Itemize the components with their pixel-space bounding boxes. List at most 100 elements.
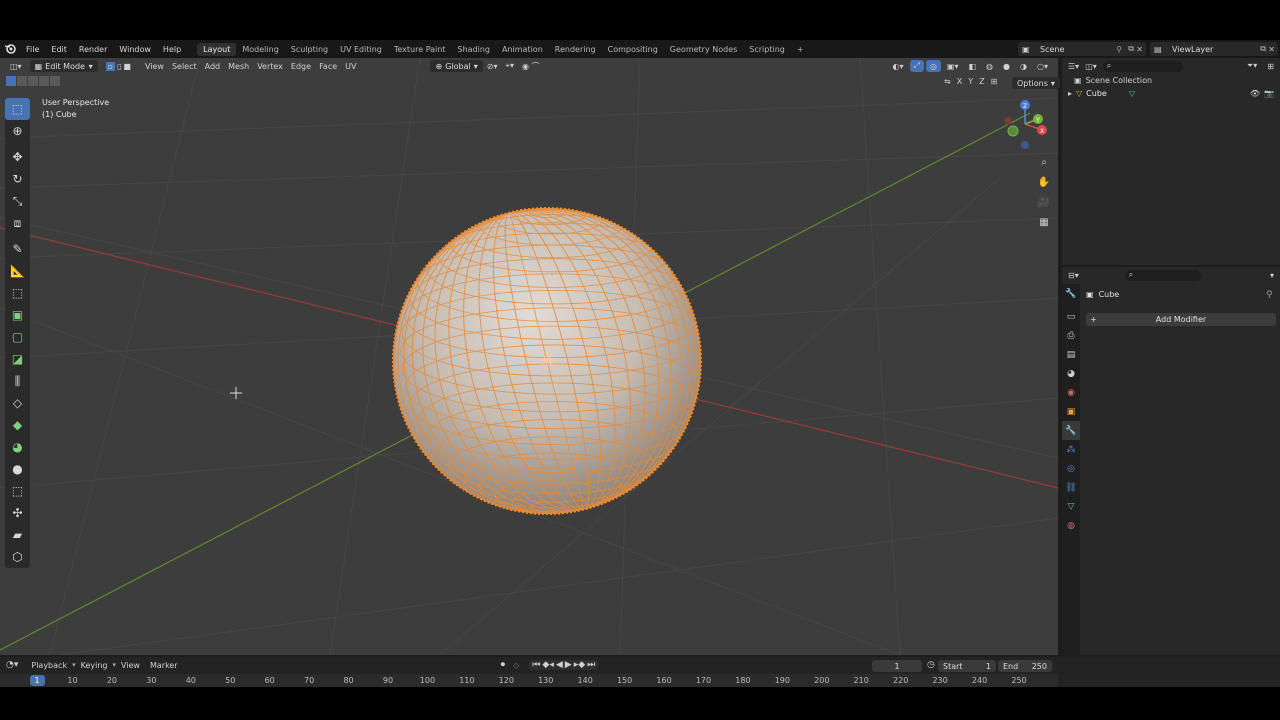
shading-material-icon[interactable]: ◑: [1016, 60, 1031, 72]
inset-tool-icon[interactable]: ▢: [5, 326, 30, 348]
timeline-menu-view[interactable]: View: [116, 661, 145, 670]
tab-rendering[interactable]: Rendering: [549, 43, 602, 56]
timeline-editor-icon[interactable]: ◔▾: [6, 660, 18, 670]
add-modifier-button[interactable]: + Add Modifier: [1086, 313, 1276, 326]
delete-view-layer-icon[interactable]: ✕: [1268, 45, 1275, 54]
select-mode-buttons[interactable]: ▫ ▯ ■: [102, 60, 135, 72]
3d-viewport[interactable]: [0, 58, 1058, 655]
camera-view-icon[interactable]: 🎥: [1035, 193, 1053, 211]
new-view-layer-icon[interactable]: ⧉: [1260, 44, 1266, 54]
particles-tab-icon[interactable]: ⁂: [1062, 440, 1080, 459]
shrink-fatten-tool-icon[interactable]: ✣: [5, 502, 30, 524]
poly-build-tool-icon[interactable]: ◆: [5, 414, 30, 436]
end-frame-field[interactable]: End 250: [998, 660, 1052, 672]
menu-edit[interactable]: Edit: [45, 45, 73, 54]
mesh-edit-overlay-icon[interactable]: ▣▾: [943, 60, 963, 72]
output-tab-icon[interactable]: ⎙: [1062, 326, 1080, 345]
physics-tab-icon[interactable]: ◎: [1062, 459, 1080, 478]
viewport-menu-edge[interactable]: Edge: [287, 60, 315, 72]
edge-slide-tool-icon[interactable]: ⬚: [5, 480, 30, 502]
pin-icon[interactable]: ⚲: [1116, 45, 1122, 54]
current-frame-field[interactable]: 1: [872, 660, 922, 672]
snap-icon[interactable]: ⌖▾: [501, 60, 518, 72]
modifier-tab-icon[interactable]: 🔧: [1062, 421, 1080, 440]
shading-wireframe-icon[interactable]: ◍: [982, 60, 997, 72]
options-dropdown[interactable]: Options ▾: [1012, 77, 1060, 89]
pan-hand-icon[interactable]: ✋: [1035, 173, 1053, 191]
new-scene-icon[interactable]: ⧉: [1128, 44, 1134, 54]
outliner-row-cube[interactable]: ▸ ▽ Cube ▽ 👁 📷: [1062, 87, 1280, 100]
select-box-tool-icon[interactable]: ⬚: [5, 98, 30, 120]
select-new-icon[interactable]: [6, 76, 16, 86]
measure-tool-icon[interactable]: 📐: [5, 260, 30, 282]
filter-icon[interactable]: ⏷▾: [1247, 61, 1257, 71]
search-icon[interactable]: ⌕: [1102, 60, 1183, 72]
timeline-menu-marker[interactable]: Marker: [145, 661, 183, 670]
render-tab-icon[interactable]: ▭: [1062, 307, 1080, 326]
start-frame-field[interactable]: Start 1: [938, 660, 996, 672]
tab-sculpting[interactable]: Sculpting: [285, 43, 334, 56]
tab-compositing[interactable]: Compositing: [602, 43, 664, 56]
outliner-row-collection[interactable]: ▣ Scene Collection: [1062, 74, 1280, 87]
editor-type-icon[interactable]: ◫▾: [6, 60, 26, 72]
jump-keyframe-forward-icon[interactable]: ▸◆: [574, 660, 585, 670]
menu-file[interactable]: File: [20, 45, 45, 54]
delete-scene-icon[interactable]: ✕: [1136, 45, 1143, 54]
rotate-tool-icon[interactable]: ↻: [5, 168, 30, 190]
jump-keyframe-back-icon[interactable]: ◆◂: [542, 660, 553, 670]
add-workspace-button[interactable]: +: [791, 43, 810, 56]
viewport-menu-uv[interactable]: UV: [341, 60, 360, 72]
scale-tool-icon[interactable]: ⤡: [5, 190, 30, 212]
tab-modeling[interactable]: Modeling: [236, 43, 284, 56]
face-select-icon[interactable]: ■: [123, 62, 131, 71]
vertex-select-icon[interactable]: ▫: [105, 61, 115, 71]
menu-window[interactable]: Window: [113, 45, 157, 54]
annotate-tool-icon[interactable]: ✎: [5, 238, 30, 260]
jump-start-icon[interactable]: ⏮: [532, 660, 540, 670]
select-extend-icon[interactable]: [17, 76, 27, 86]
shading-solid-icon[interactable]: ●: [999, 60, 1014, 72]
tab-geometry-nodes[interactable]: Geometry Nodes: [664, 43, 743, 56]
shading-rendered-icon[interactable]: ○▾: [1033, 60, 1052, 72]
auto-key-icon[interactable]: ⏺: [501, 660, 506, 670]
play-icon[interactable]: ▶: [565, 660, 572, 670]
pin-icon[interactable]: ⚲: [1266, 290, 1273, 300]
jump-end-icon[interactable]: ⏭: [587, 660, 595, 670]
mode-dropdown[interactable]: ▦ Edit Mode ▾: [29, 60, 98, 72]
properties-search-icon[interactable]: ⌕: [1124, 269, 1201, 281]
camera-render-icon[interactable]: 📷: [1264, 89, 1274, 98]
auto-merge-icon[interactable]: ⊞: [991, 77, 998, 86]
tab-layout[interactable]: Layout: [197, 42, 237, 56]
overlay-toggle-icon[interactable]: ◎: [925, 60, 941, 72]
mirror-x-toggle[interactable]: X: [957, 77, 962, 86]
material-tab-icon[interactable]: ◍: [1062, 516, 1080, 535]
select-intersect-icon[interactable]: [50, 76, 60, 86]
viewport-menu-vertex[interactable]: Vertex: [253, 60, 287, 72]
proportional-edit-icon[interactable]: ◉ ⌒: [518, 60, 544, 72]
rip-region-tool-icon[interactable]: ⬡: [5, 546, 30, 568]
keying-set-icon[interactable]: ◇: [513, 661, 519, 670]
xray-toggle-icon[interactable]: ◧: [964, 60, 980, 72]
viewport-menu-view[interactable]: View: [141, 60, 168, 72]
viewport-menu-face[interactable]: Face: [315, 60, 341, 72]
viewport-menu-mesh[interactable]: Mesh: [224, 60, 253, 72]
transform-tool-icon[interactable]: ⧈: [5, 212, 30, 234]
bevel-tool-icon[interactable]: ◪: [5, 348, 30, 370]
knife-tool-icon[interactable]: ◇: [5, 392, 30, 414]
world-tab-icon[interactable]: ◉: [1062, 383, 1080, 402]
viewport-menu-add[interactable]: Add: [201, 60, 225, 72]
visibility-icon[interactable]: ◐▾: [889, 60, 908, 72]
properties-editor-icon[interactable]: ⊟▾: [1068, 271, 1079, 280]
timeline-menu-keying[interactable]: Keying: [76, 661, 113, 670]
timeline-menu-playback[interactable]: Playback: [26, 661, 72, 670]
mirror-y-toggle[interactable]: Y: [968, 77, 973, 86]
menu-render[interactable]: Render: [73, 45, 113, 54]
tab-texture-paint[interactable]: Texture Paint: [388, 43, 452, 56]
extrude-tool-icon[interactable]: ▣: [5, 304, 30, 326]
data-tab-icon[interactable]: ▽: [1062, 497, 1080, 516]
chevron-down-icon[interactable]: ▾: [1270, 271, 1274, 280]
mirror-z-toggle[interactable]: Z: [979, 77, 984, 86]
tab-shading[interactable]: Shading: [451, 43, 496, 56]
play-reverse-icon[interactable]: ◀: [556, 660, 563, 670]
perspective-toggle-icon[interactable]: ▦: [1035, 213, 1053, 231]
